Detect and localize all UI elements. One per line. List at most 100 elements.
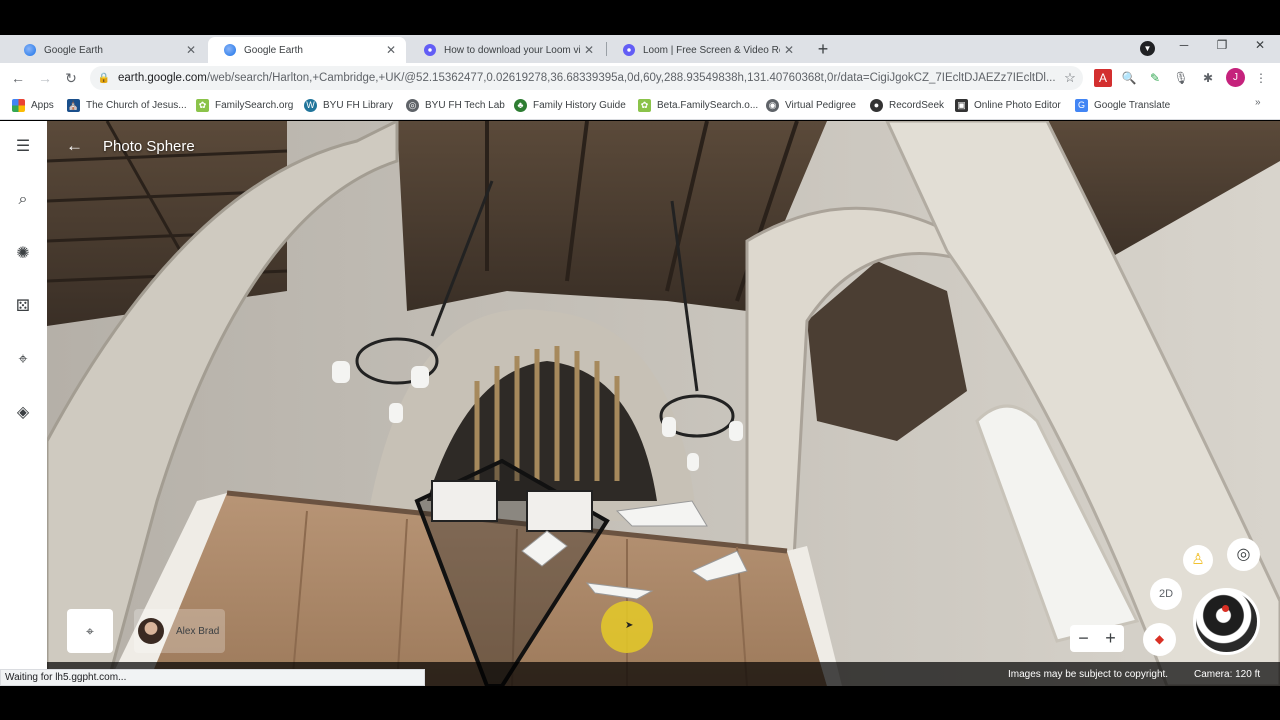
familysearch-tree-icon: ✿ (638, 98, 651, 112)
mouse-pointer-icon: ➤ (625, 620, 634, 631)
familysearch-tree-icon: ✿ (196, 98, 209, 112)
pdf-extension-icon[interactable]: A (1094, 69, 1112, 87)
new-tab-button[interactable]: + (812, 39, 834, 61)
bookmark-label: Beta.FamilySearch.o... (657, 99, 759, 111)
zoom-in-button[interactable]: + (1097, 625, 1124, 652)
my-location-icon[interactable]: ◎ (1227, 538, 1260, 571)
tab-loom-download[interactable]: How to download your Loom vid ✕ (408, 37, 604, 63)
tree-icon: ♣ (514, 98, 527, 112)
tab-title: Google Earth (244, 44, 303, 56)
projects-pin-icon[interactable]: ⌖ (12, 349, 34, 371)
bookmark-recordseek[interactable]: ● RecordSeek (870, 97, 944, 113)
bookmark-familysearch[interactable]: ✿ FamilySearch.org (196, 97, 293, 113)
loom-icon (623, 44, 635, 56)
back-button[interactable]: ← (8, 68, 28, 88)
google-earth-icon (24, 44, 36, 56)
bookmark-label: Family History Guide (533, 99, 626, 111)
bookmark-byu-fh-library[interactable]: W BYU FH Library (304, 97, 393, 113)
close-icon[interactable]: ✕ (382, 43, 400, 57)
author-attribution[interactable]: Alex Brad (134, 609, 225, 653)
bookmark-label: The Church of Jesus... (86, 99, 187, 111)
url-path: /web/search/Harlton,+Cambridge,+UK/@52.1… (206, 72, 1056, 84)
browser-status-bar: Waiting for lh5.ggpht.com... (0, 669, 425, 686)
window-close-button[interactable]: ✕ (1246, 38, 1274, 52)
map-style-layers-icon[interactable]: ◈ (12, 402, 34, 424)
photo-editor-icon: ▣ (955, 98, 968, 112)
feeling-lucky-dice-icon[interactable]: ⚄ (12, 296, 34, 318)
search-extension-icon[interactable]: 🔍 (1120, 69, 1138, 87)
voyager-icon[interactable]: ✺ (12, 243, 34, 265)
bookmark-label: RecordSeek (889, 99, 945, 111)
author-avatar (138, 618, 164, 644)
bookmark-beta-familysearch[interactable]: ✿ Beta.FamilySearch.o... (638, 97, 758, 113)
bookmark-google-translate[interactable]: G Google Translate (1075, 97, 1170, 113)
church-icon: ⛪ (67, 98, 80, 112)
bookmark-label: BYU FH Tech Lab (425, 99, 505, 111)
church-interior-photo (47, 121, 1280, 686)
tab-loom-home[interactable]: Loom | Free Screen & Video Reco ✕ (607, 37, 804, 63)
tool-extension-icon[interactable]: ✎ (1146, 69, 1164, 87)
zoom-out-button[interactable]: − (1070, 625, 1097, 652)
microphone-icon[interactable]: 🎙 (1172, 69, 1190, 87)
close-icon[interactable]: ✕ (182, 43, 200, 57)
bookmarks-overflow-icon[interactable]: » (1255, 97, 1261, 108)
mini-globe[interactable] (1193, 588, 1260, 655)
tab-google-earth-2[interactable]: Google Earth ✕ (208, 37, 406, 63)
pedigree-icon: ◉ (766, 98, 779, 112)
location-marker-icon (1222, 605, 1229, 612)
bookmark-label: BYU FH Library (323, 99, 394, 111)
screen-top-letterbox (0, 0, 1280, 35)
pegman-icon[interactable]: ♙ (1183, 545, 1213, 575)
loom-icon (424, 44, 436, 56)
zoom-control: − + (1070, 625, 1124, 652)
author-name: Alex Brad (176, 625, 220, 637)
tab-title: Loom | Free Screen & Video Reco (643, 44, 780, 56)
close-icon[interactable]: ✕ (580, 43, 598, 57)
tab-title: How to download your Loom vid (444, 44, 580, 56)
reload-button[interactable]: ↻ (61, 68, 81, 88)
restore-button[interactable]: ❐ (1208, 38, 1236, 52)
extensions-puzzle-icon[interactable]: ✱ (1199, 69, 1217, 87)
bookmark-online-photo-editor[interactable]: ▣ Online Photo Editor (955, 97, 1061, 113)
photo-viewer-icon[interactable]: ⌖ (67, 609, 113, 653)
tab-title: Google Earth (44, 44, 103, 56)
bookmark-family-history-guide[interactable]: ♣ Family History Guide (514, 97, 626, 113)
bookmark-label: Online Photo Editor (974, 99, 1061, 111)
url-host: earth.google.com (118, 72, 207, 84)
apps-grid-icon (12, 98, 25, 112)
bookmark-label: Apps (31, 99, 54, 111)
bookmark-label: Virtual Pedigree (785, 99, 856, 111)
copyright-notice: Images may be subject to copyright. (1008, 669, 1169, 680)
bookmark-byu-fh-tech-lab[interactable]: ◎ BYU FH Tech Lab (406, 97, 505, 113)
compass-icon[interactable]: ◆ (1143, 623, 1176, 656)
bookmark-label: Google Translate (1094, 99, 1171, 111)
camera-altitude: Camera: 120 ft (1194, 669, 1261, 680)
bookmark-apps[interactable]: Apps (12, 97, 54, 113)
search-icon[interactable]: ⌕ (12, 189, 34, 211)
address-bar[interactable]: 🔒 earth.google.com/web/search/Harlton,+C… (90, 66, 1083, 90)
bookmark-star-icon[interactable]: ☆ (1057, 70, 1083, 86)
download-icon[interactable]: ▼ (1140, 41, 1155, 56)
menu-icon[interactable]: ☰ (12, 136, 34, 158)
translate-icon: G (1075, 98, 1088, 112)
wordpress-icon: W (304, 98, 317, 112)
back-arrow-icon[interactable]: ← (66, 136, 83, 156)
bookmark-virtual-pedigree[interactable]: ◉ Virtual Pedigree (766, 97, 856, 113)
url-text[interactable]: earth.google.com/web/search/Harlton,+Cam… (118, 72, 1057, 84)
bookmark-church[interactable]: ⛪ The Church of Jesus... (67, 97, 187, 113)
bookmark-label: FamilySearch.org (215, 99, 294, 111)
tab-google-earth-1[interactable]: Google Earth ✕ (8, 37, 206, 63)
forward-button[interactable]: → (35, 68, 55, 88)
photo-sphere-viewport[interactable] (47, 121, 1280, 686)
recordseek-icon: ● (870, 98, 883, 112)
close-icon[interactable]: ✕ (780, 43, 798, 57)
google-earth-icon (224, 44, 236, 56)
profile-avatar[interactable]: J (1226, 68, 1245, 87)
screen-bottom-letterbox (0, 686, 1280, 720)
photo-sphere-title: Photo Sphere (103, 138, 195, 155)
techlab-icon: ◎ (406, 98, 419, 112)
minimize-button[interactable]: ─ (1170, 38, 1198, 52)
toggle-2d-button[interactable]: 2D (1150, 578, 1182, 610)
lock-icon[interactable]: 🔒 (90, 73, 118, 84)
more-menu-icon[interactable]: ⋮ (1252, 69, 1270, 87)
